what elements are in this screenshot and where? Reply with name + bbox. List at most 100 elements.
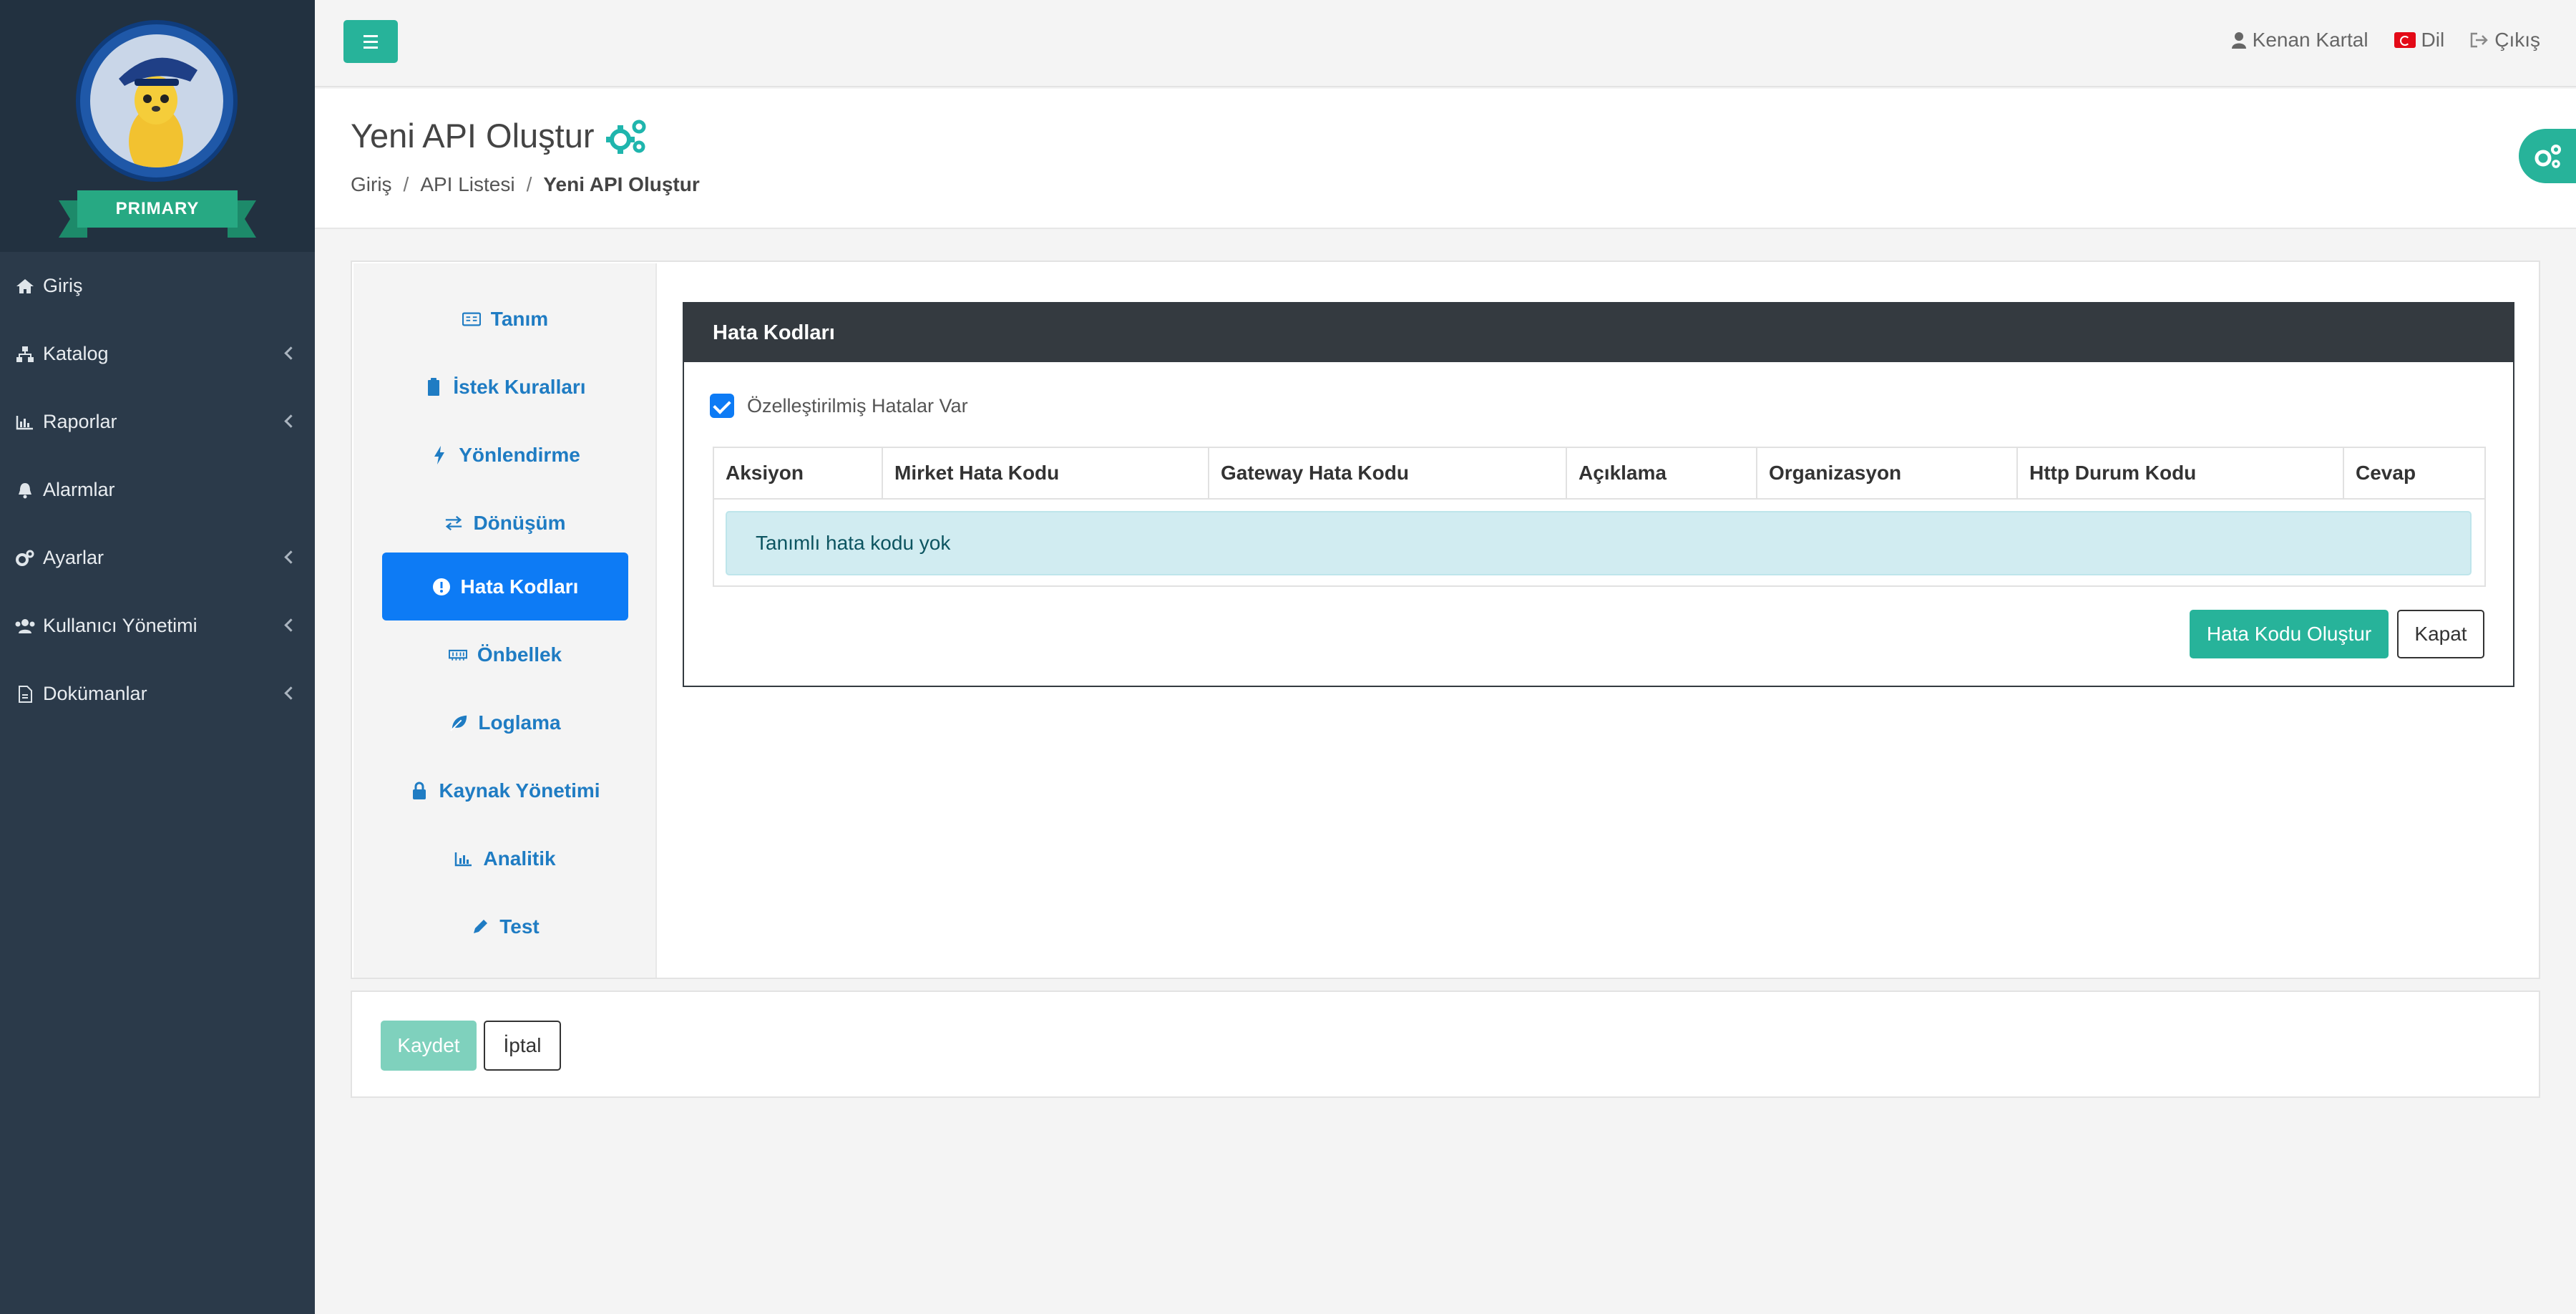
save-button[interactable]: Kaydet <box>381 1021 477 1071</box>
settings-float-button[interactable] <box>2519 129 2576 183</box>
tab-loglama[interactable]: Loglama <box>382 688 628 756</box>
sidebar-item-label: Dokümanlar <box>43 683 147 704</box>
column-header[interactable]: Http Durum Kodu <box>2018 448 2344 498</box>
api-form-card: Tanım İstek Kuralları Yönlendirme Dönüşü… <box>351 261 2540 979</box>
leaf-icon <box>449 714 468 732</box>
column-header[interactable]: Aksiyon <box>714 448 883 498</box>
breadcrumb-home[interactable]: Giriş <box>351 173 392 196</box>
logo-mascot <box>90 34 223 167</box>
brand-ribbon-text: PRIMARY <box>77 190 238 228</box>
tab-donusum[interactable]: Dönüşüm <box>382 489 628 557</box>
tab-label: Yönlendirme <box>459 443 580 466</box>
custom-errors-label: Özelleştirilmiş Hatalar Var <box>747 394 968 417</box>
sign-out-icon <box>2470 32 2488 48</box>
column-header[interactable]: Mirket Hata Kodu <box>883 448 1209 498</box>
panel-title: Hata Kodları <box>684 303 2513 362</box>
sidebar-item-label: Kullanıcı Yönetimi <box>43 615 197 636</box>
column-header[interactable]: Açıklama <box>1567 448 1757 498</box>
sidebar-item-label: Alarmlar <box>43 479 115 500</box>
logo-area: PRIMARY <box>0 0 315 252</box>
create-error-code-button[interactable]: Hata Kodu Oluştur <box>2190 610 2389 658</box>
cancel-button[interactable]: İptal <box>484 1021 561 1071</box>
tab-onbellek[interactable]: Önbellek <box>382 620 628 688</box>
chevron-left-icon <box>283 686 293 701</box>
user-icon <box>2231 32 2246 49</box>
sidebar-item-katalog[interactable]: Katalog <box>0 320 315 388</box>
brand-logo[interactable] <box>76 20 238 182</box>
table-header: Aksiyon Mirket Hata Kodu Gateway Hata Ko… <box>714 448 2484 500</box>
breadcrumb-separator: / <box>526 173 532 195</box>
tab-hata-kodlari[interactable]: Hata Kodları <box>382 553 628 620</box>
sidebar-item-ayarlar[interactable]: Ayarlar <box>0 524 315 592</box>
id-card-icon <box>462 311 481 326</box>
tab-yonlendirme[interactable]: Yönlendirme <box>382 421 628 489</box>
tab-label: Tanım <box>490 307 549 330</box>
chevron-left-icon <box>283 414 293 429</box>
chart-icon <box>454 851 473 867</box>
language-label: Dil <box>2421 29 2445 51</box>
logout-label: Çıkış <box>2494 29 2540 51</box>
breadcrumb: Giriş / API Listesi / Yeni API Oluştur <box>351 173 700 196</box>
tab-kaynak-yonetimi[interactable]: Kaynak Yönetimi <box>382 756 628 824</box>
vertical-tabs: Tanım İstek Kuralları Yönlendirme Dönüşü… <box>353 263 657 978</box>
page-title-text: Yeni API Oluştur <box>351 117 595 155</box>
sidebar-item-raporlar[interactable]: Raporlar <box>0 388 315 456</box>
menu-toggle-button[interactable] <box>343 20 398 63</box>
error-codes-table: Aksiyon Mirket Hata Kodu Gateway Hata Ko… <box>713 447 2486 587</box>
tab-label: Önbellek <box>477 643 562 666</box>
logout-link[interactable]: Çıkış <box>2470 29 2540 52</box>
user-name: Kenan Kartal <box>2252 29 2368 51</box>
sidebar-item-kullanici-yonetimi[interactable]: Kullanıcı Yönetimi <box>0 592 315 660</box>
tab-istek-kurallari[interactable]: İstek Kuralları <box>382 353 628 421</box>
column-header[interactable]: Cevap <box>2344 448 2484 498</box>
tab-label: Dönüşüm <box>473 511 566 534</box>
tab-label: Hata Kodları <box>460 575 579 598</box>
language-menu[interactable]: Dil <box>2394 29 2445 52</box>
bell-icon <box>14 482 36 499</box>
tab-tanim[interactable]: Tanım <box>382 285 628 353</box>
tab-label: İstek Kuralları <box>453 375 586 398</box>
sidebar-item-label: Ayarlar <box>43 547 104 568</box>
sidebar-item-alarmlar[interactable]: Alarmlar <box>0 456 315 524</box>
sidebar-item-label: Giriş <box>43 275 83 296</box>
tab-label: Kaynak Yönetimi <box>439 779 600 802</box>
sidebar-nav: Giriş Katalog Raporlar Alarmlar Ayarlar … <box>0 252 315 728</box>
empty-table-message: Tanımlı hata kodu yok <box>726 511 2472 575</box>
tab-label: Loglama <box>478 711 561 734</box>
lock-icon <box>410 782 429 800</box>
custom-errors-checkbox-row[interactable]: Özelleştirilmiş Hatalar Var <box>710 394 968 418</box>
close-button[interactable]: Kapat <box>2397 610 2484 658</box>
tab-label: Analitik <box>483 847 556 870</box>
tab-analitik[interactable]: Analitik <box>382 824 628 892</box>
file-icon <box>14 685 36 703</box>
custom-errors-checkbox[interactable] <box>710 394 734 418</box>
page-header: Yeni API Oluştur Giriş / API Listesi / Y… <box>315 89 2576 229</box>
chevron-left-icon <box>283 550 293 565</box>
cogs-icon <box>2534 145 2561 168</box>
exchange-icon <box>444 515 463 531</box>
page-title: Yeni API Oluştur <box>351 116 649 155</box>
clipboard-icon <box>424 377 443 396</box>
sidebar-item-giris[interactable]: Giriş <box>0 252 315 320</box>
sidebar-item-label: Raporlar <box>43 411 117 432</box>
form-actions-card: Kaydet İptal <box>351 991 2540 1098</box>
error-codes-panel: Hata Kodları Özelleştirilmiş Hatalar Var… <box>683 302 2514 687</box>
pencil-icon <box>471 918 489 935</box>
bar-chart-icon <box>14 414 36 430</box>
tab-test[interactable]: Test <box>382 892 628 960</box>
user-menu[interactable]: Kenan Kartal <box>2231 29 2368 52</box>
sidebar-item-dokumanlar[interactable]: Dokümanlar <box>0 660 315 728</box>
brand-ribbon: PRIMARY <box>59 190 256 238</box>
top-right-menu: Kenan Kartal Dil Çıkış <box>2231 29 2540 52</box>
memory-icon <box>448 648 467 662</box>
sidebar-item-label: Katalog <box>43 343 109 364</box>
bolt-icon <box>430 445 449 464</box>
column-header[interactable]: Gateway Hata Kodu <box>1209 448 1567 498</box>
breadcrumb-api-list[interactable]: API Listesi <box>420 173 514 196</box>
chevron-left-icon <box>283 346 293 361</box>
chevron-left-icon <box>283 618 293 633</box>
sidebar: PRIMARY Giriş Katalog Raporlar Alarmlar … <box>0 0 315 1314</box>
exclamation-circle-icon <box>432 578 451 596</box>
column-header[interactable]: Organizasyon <box>1757 448 2018 498</box>
tab-label: Test <box>499 915 540 938</box>
